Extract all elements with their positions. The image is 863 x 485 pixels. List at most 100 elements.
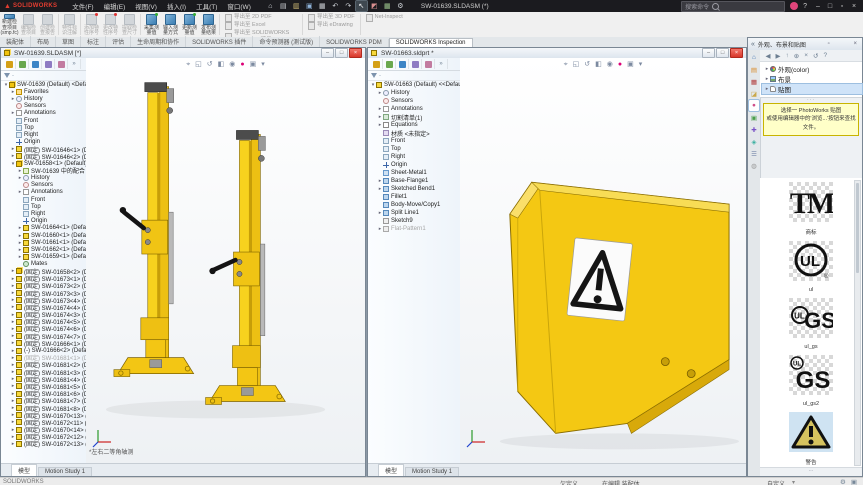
document-tab[interactable]: 模型 xyxy=(11,464,37,476)
part-viewport[interactable]: ⌖◱↺◧◉●▣▾ xyxy=(460,58,746,464)
export-item[interactable]: 导出 eDrawing xyxy=(308,22,355,30)
featuremanager-tab[interactable] xyxy=(370,59,383,69)
assembly-model[interactable] xyxy=(86,58,365,464)
document-tab[interactable]: Motion Study 1 xyxy=(38,467,92,476)
tree-item[interactable]: ▸Annotations xyxy=(1,189,86,196)
minimize-window-button[interactable]: – xyxy=(702,48,715,58)
tree-item[interactable]: ▸SW-01639 中的配合 xyxy=(1,167,86,174)
propertymanager-tab[interactable] xyxy=(383,59,396,69)
tree-item[interactable]: Sensors xyxy=(1,103,86,110)
status-gear-icon[interactable]: ⚙ xyxy=(840,478,846,485)
featuremanager-tab[interactable] xyxy=(3,59,16,69)
up-level-icon[interactable]: ↑ xyxy=(783,52,791,59)
status-panel-icon[interactable]: ▣ xyxy=(851,478,857,485)
decal-warning[interactable]: 警告 xyxy=(760,412,862,466)
minimize-window-button[interactable]: – xyxy=(321,48,334,58)
menu-item[interactable]: 工具(T) xyxy=(191,1,222,11)
tree-item[interactable]: Sensors xyxy=(368,97,460,105)
command-tab[interactable]: 标注 xyxy=(81,36,106,47)
tree-item[interactable]: Top xyxy=(1,203,86,210)
tree-item[interactable]: ▸SW-01661<1> (Default) < xyxy=(1,239,86,246)
command-tab[interactable]: SOLIDWORKS 插件 xyxy=(186,36,253,47)
document-tab[interactable]: Motion Study 1 xyxy=(405,467,459,476)
print-icon[interactable]: ▦ xyxy=(317,1,328,11)
tree-item[interactable]: Right xyxy=(1,210,86,217)
redo-icon[interactable]: ↷ xyxy=(343,1,354,11)
back-icon[interactable]: ◀ xyxy=(763,52,773,60)
refresh-icon[interactable]: ↺ xyxy=(811,52,821,60)
tree-item[interactable]: Right xyxy=(368,153,460,161)
appearance-tree-item[interactable]: ▸外观(color) xyxy=(762,64,862,74)
home-icon[interactable]: ⌂ xyxy=(265,1,276,11)
tabs-overflow-icon[interactable]: » xyxy=(435,59,448,69)
help-resources-tab[interactable]: ◍ xyxy=(749,160,759,171)
search-icon[interactable] xyxy=(712,3,719,10)
tree-item[interactable]: ▸History xyxy=(368,89,460,97)
toolbar-button[interactable]: 输入测量方式 xyxy=(161,12,180,37)
tree-item[interactable]: Front xyxy=(368,137,460,145)
tree-item[interactable]: Front xyxy=(1,117,86,124)
status-custom-caret[interactable]: ▾ xyxy=(792,479,795,485)
tree-item[interactable]: ▸SW-01662<1> (Default) < xyxy=(1,246,86,253)
tree-item[interactable]: ▾SW-01663 (Default) <<Default>_Di xyxy=(368,81,460,89)
tree-item[interactable]: ▸Split Line1 xyxy=(368,209,460,217)
decal-tm-thumbnail[interactable]: TM xyxy=(789,182,833,227)
undo-icon[interactable]: ↶ xyxy=(330,1,341,11)
pane-splitter[interactable]: ··· xyxy=(760,98,862,102)
close-window-button[interactable]: × xyxy=(349,48,362,58)
export-item[interactable]: Net-Inspect xyxy=(366,14,403,22)
tree-item[interactable]: 材质 <未指定> xyxy=(368,129,460,137)
open-document-icon[interactable]: ▥ xyxy=(291,1,302,11)
appearance-tree-item[interactable]: ▸布景 xyxy=(762,74,862,84)
tree-item[interactable]: Origin xyxy=(1,218,86,225)
displaymanager-tab[interactable] xyxy=(55,59,68,69)
tree-item[interactable]: ▸(固定) SW-01666<1> (Default) xyxy=(1,340,86,347)
menu-item[interactable]: 插入(I) xyxy=(162,1,191,11)
tree-item[interactable]: ▸切割清单(1) xyxy=(368,113,460,121)
command-tab[interactable]: 装配体 xyxy=(0,36,31,47)
decal-warning-thumbnail[interactable] xyxy=(789,412,833,457)
tree-item[interactable]: ▸Flat-Pattern1 xyxy=(368,225,460,233)
restore-button[interactable]: □ xyxy=(824,1,836,11)
options-gear-icon[interactable]: ⚙ xyxy=(395,1,406,11)
custom-properties-tab[interactable]: ▣ xyxy=(749,112,759,123)
grid-icon[interactable]: ▦ xyxy=(382,1,393,11)
status-custom-label[interactable]: 自定义 xyxy=(767,479,785,485)
tree-item[interactable]: Front xyxy=(1,196,86,203)
close-button[interactable]: × xyxy=(848,1,860,11)
dimxpertmanager-tab[interactable] xyxy=(409,59,422,69)
tree-item[interactable]: Right xyxy=(1,131,86,138)
tree-item[interactable]: Fillet1 xyxy=(368,193,460,201)
tree-item[interactable]: Top xyxy=(368,145,460,153)
close-window-button[interactable]: × xyxy=(730,48,743,58)
tree-item[interactable]: ▾SW-01639 (Default) <Default_Disp xyxy=(1,81,86,88)
tree-item[interactable]: Sheet-Metal1 xyxy=(368,169,460,177)
decal-gs[interactable]: ULGSul_gs2 xyxy=(760,355,862,407)
command-tab[interactable]: 命令预测器 (测试版) xyxy=(253,36,320,47)
save-icon[interactable]: ▣ xyxy=(304,1,315,11)
new-document-icon[interactable]: ▤ xyxy=(278,1,289,11)
decal-tm[interactable]: TM商标 xyxy=(760,182,862,236)
tree-item[interactable]: ▸SW-01664<1> (Default) < xyxy=(1,225,86,232)
close-pane-icon[interactable]: × xyxy=(851,41,859,47)
export-item[interactable]: 导出至 Excel xyxy=(225,22,297,30)
forward-icon[interactable]: ▶ xyxy=(773,52,783,60)
decal-ul-thumbnail[interactable]: UL® xyxy=(789,241,833,286)
user-avatar[interactable] xyxy=(790,2,798,10)
assembly-viewport[interactable]: ⌖◱↺◧◉●▣▾ xyxy=(86,58,365,464)
tree-item[interactable]: ▸(固定) SW-01646<2> (Default) xyxy=(1,153,86,160)
tree-item[interactable]: Sketch9 xyxy=(368,217,460,225)
displaymanager-tab[interactable] xyxy=(422,59,435,69)
tree-item[interactable]: ▸(固定) SW-01672<13> (Default xyxy=(1,440,86,447)
file-explorer-tab[interactable]: ▦ xyxy=(749,76,759,87)
tree-item[interactable]: ▸SW-01659<1> (Default) < xyxy=(1,254,86,261)
pane-help-icon[interactable]: ? xyxy=(821,52,830,59)
configurationmanager-tab[interactable] xyxy=(396,59,409,69)
appearances-scenes-decals-tab[interactable]: ● xyxy=(749,100,759,111)
design-library-tab[interactable]: ▤ xyxy=(749,64,759,75)
decal-gs-thumbnail[interactable]: ULGS xyxy=(789,355,833,400)
menu-item[interactable]: 视图(V) xyxy=(130,1,162,11)
select-arrow-icon[interactable]: ↖ xyxy=(356,1,367,11)
toolbar-button[interactable]: 更新测量值 xyxy=(180,12,199,37)
export-item[interactable]: 导出至 2D PDF xyxy=(225,14,297,22)
